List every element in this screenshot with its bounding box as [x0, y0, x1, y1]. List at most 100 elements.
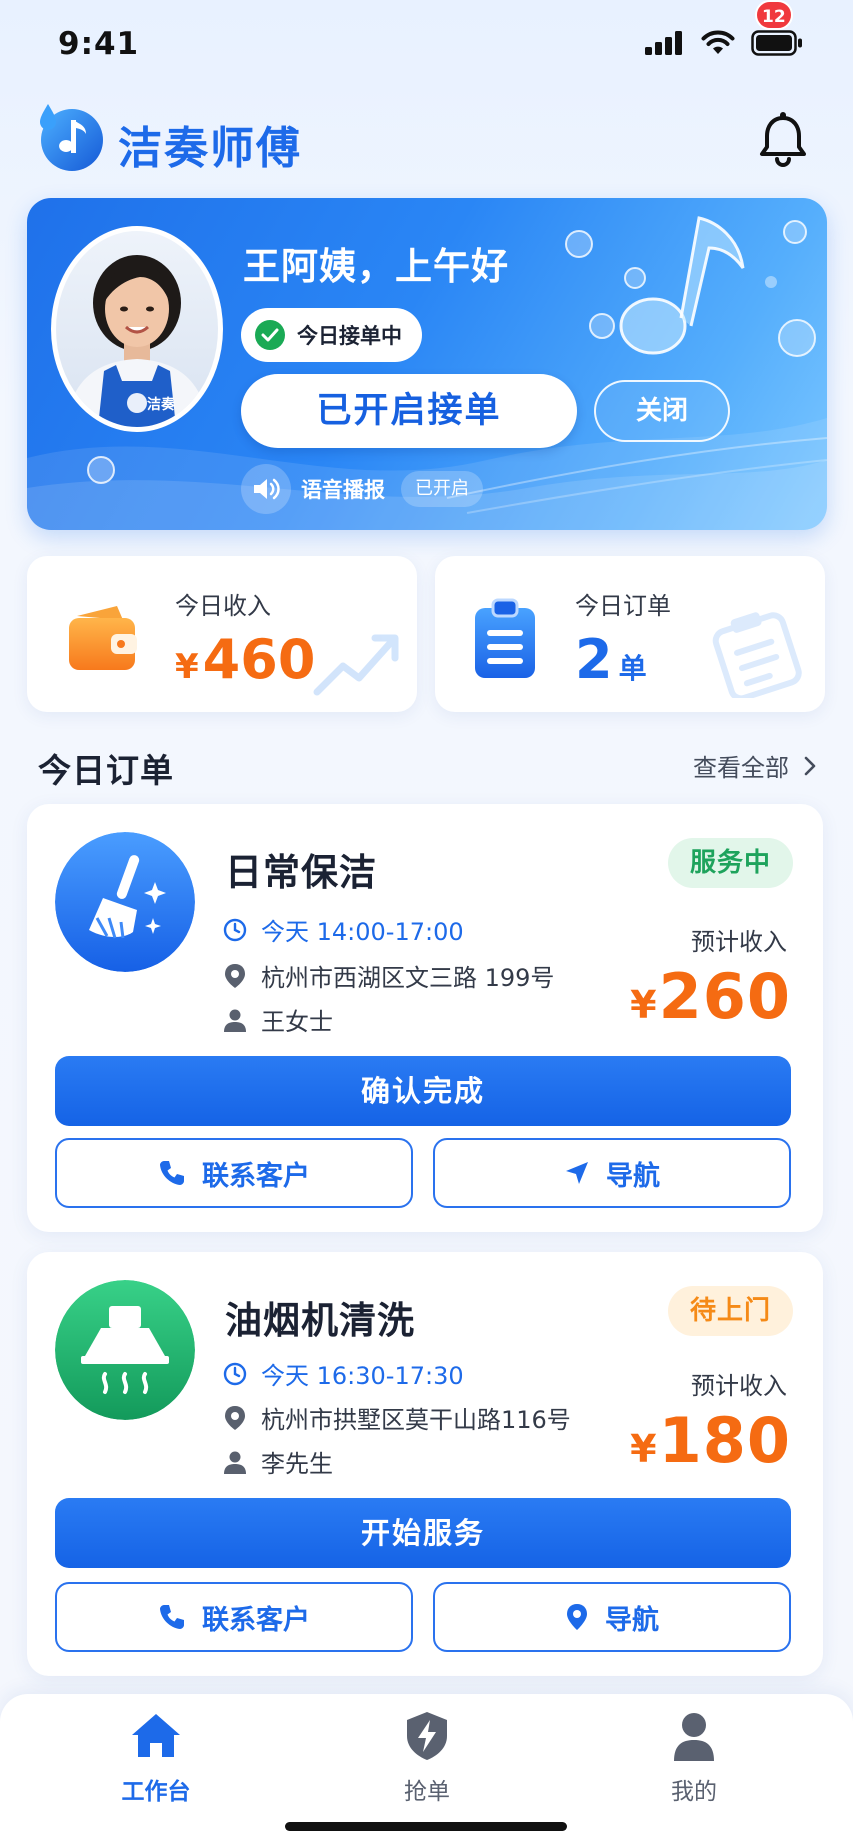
- avatar: 洁奏: [51, 226, 223, 432]
- confirm-complete-button[interactable]: 确认完成: [55, 1056, 791, 1126]
- voice-broadcast-row[interactable]: 语音播报 已开启: [241, 464, 483, 514]
- expected-income-currency: ¥: [630, 983, 657, 1027]
- navigate-button[interactable]: 导航: [433, 1138, 791, 1208]
- order-status-badge: 待上门: [667, 1286, 793, 1336]
- expected-income-label: 预计收入: [691, 1372, 787, 1400]
- order-title: 日常保洁: [225, 851, 377, 894]
- clipboard-decoration-icon: [712, 612, 802, 698]
- order-time: 今天 16:30-17:30: [261, 1362, 464, 1390]
- today-income-amount: 460: [202, 628, 316, 691]
- expected-income: ¥ 260: [630, 960, 791, 1033]
- person-icon: [224, 1009, 246, 1032]
- avatar-photo: 洁奏: [56, 231, 218, 427]
- notification-badge: 12: [755, 0, 793, 30]
- order-customer-row: 王女士: [223, 1002, 333, 1037]
- today-income-currency: ¥: [175, 647, 199, 687]
- order-status-badge: 服务中: [667, 838, 793, 888]
- order-customer: 李先生: [261, 1450, 333, 1478]
- broom-icon: [55, 832, 195, 972]
- notification-bell-icon[interactable]: [750, 106, 816, 172]
- apron-brand-text: 洁奏: [147, 396, 176, 413]
- range-hood-icon: [55, 1280, 195, 1420]
- home-indicator: [285, 1822, 567, 1831]
- view-all-link[interactable]: 查看全部: [693, 748, 817, 783]
- order-time-row: 今天 16:30-17:30: [223, 1356, 464, 1391]
- clock-icon: [223, 1362, 247, 1385]
- nav-label: 工作台: [121, 1779, 191, 1805]
- expected-income: ¥ 180: [630, 1404, 791, 1477]
- person-icon: [224, 1451, 246, 1474]
- phone-icon: [160, 1161, 184, 1185]
- start-service-button[interactable]: 开始服务: [55, 1498, 791, 1568]
- location-pin-icon: [225, 1405, 245, 1430]
- today-orders-section-title: 今日订单: [38, 751, 174, 790]
- order-address: 杭州市拱墅区莫干山路116号: [261, 1406, 571, 1434]
- navigation-arrow-icon: [566, 1162, 588, 1184]
- clipboard-icon: [475, 598, 535, 678]
- order-time-row: 今天 14:00-17:00: [223, 912, 464, 947]
- expected-income-currency: ¥: [630, 1427, 657, 1471]
- wallet-icon: [69, 606, 137, 670]
- check-circle-icon: [255, 320, 285, 350]
- today-orders-count: 2: [575, 628, 613, 691]
- today-income-value: ¥ 460: [175, 628, 315, 691]
- navigate-label: 导航: [606, 1160, 660, 1192]
- order-time: 今天 14:00-17:00: [261, 918, 464, 946]
- person-icon: [674, 1713, 714, 1761]
- nav-tab-grab-order[interactable]: 抢单: [347, 1706, 507, 1806]
- speaker-icon: [241, 464, 291, 514]
- order-card[interactable]: 油烟机清洗 待上门 今天 16:30-17:30 杭州市拱墅区莫干山路116号 …: [27, 1252, 823, 1676]
- order-card[interactable]: 日常保洁 服务中 今天 14:00-17:00 杭州市西湖区文三路 199号 王…: [27, 804, 823, 1232]
- order-address-row: 杭州市拱墅区莫干山路116号: [223, 1400, 571, 1435]
- contact-customer-button[interactable]: 联系客户: [55, 1582, 413, 1652]
- expected-income-amount: 180: [658, 1404, 791, 1477]
- navigate-button[interactable]: 导航: [433, 1582, 791, 1652]
- accepting-orders-button[interactable]: 已开启接单: [241, 374, 577, 448]
- location-pin-icon: [225, 963, 245, 988]
- hero-card: 洁奏 王阿姨，上午好 今日接单中 已开启接单 关闭 语音播报 已开启: [27, 198, 827, 530]
- phone-icon: [160, 1605, 184, 1629]
- lightning-icon: [407, 1712, 447, 1760]
- navigate-label: 导航: [605, 1604, 659, 1636]
- clock-icon: [223, 918, 247, 941]
- accepting-status-chip: 今日接单中: [241, 308, 422, 362]
- status-bar: 9:41: [0, 0, 853, 92]
- nav-label: 我的: [671, 1779, 717, 1805]
- order-customer: 王女士: [261, 1008, 333, 1036]
- status-icons: [645, 30, 803, 56]
- today-income-label: 今日收入: [175, 592, 271, 620]
- wifi-icon: [701, 30, 735, 54]
- cellular-signal-icon: [645, 31, 682, 55]
- expected-income-amount: 260: [658, 960, 791, 1033]
- today-orders-value: 2 单: [575, 628, 647, 691]
- accepting-status-label: 今日接单中: [297, 324, 402, 348]
- order-address: 杭州市西湖区文三路 199号: [261, 964, 555, 992]
- trend-up-icon: [313, 634, 399, 696]
- voice-broadcast-state: 已开启: [401, 471, 483, 507]
- today-orders-card[interactable]: 今日订单 2 单: [435, 556, 825, 712]
- view-all-label: 查看全部: [693, 754, 789, 782]
- status-time: 9:41: [58, 26, 140, 62]
- chevron-right-icon: [804, 756, 816, 775]
- app-logo-icon: [40, 104, 103, 171]
- nav-label: 抢单: [404, 1779, 450, 1805]
- expected-income-label: 预计收入: [691, 928, 787, 956]
- contact-customer-label: 联系客户: [202, 1160, 310, 1192]
- voice-broadcast-label: 语音播报: [301, 478, 385, 502]
- app-header: 洁奏师傅: [36, 100, 816, 180]
- today-orders-label: 今日订单: [575, 592, 671, 620]
- nav-tab-profile[interactable]: 我的: [614, 1706, 774, 1806]
- today-income-card[interactable]: 今日收入 ¥ 460: [27, 556, 417, 712]
- location-pin-icon: [567, 1604, 587, 1630]
- contact-customer-button[interactable]: 联系客户: [55, 1138, 413, 1208]
- greeting: 王阿姨，上午好: [243, 245, 509, 288]
- order-title: 油烟机清洗: [225, 1299, 415, 1342]
- nav-tab-workbench[interactable]: 工作台: [76, 1706, 236, 1806]
- close-accepting-button[interactable]: 关闭: [594, 380, 730, 442]
- battery-icon: [751, 30, 802, 56]
- app-title: 洁奏师傅: [118, 123, 302, 174]
- home-icon: [132, 1714, 180, 1757]
- contact-customer-label: 联系客户: [202, 1604, 310, 1636]
- today-orders-unit: 单: [618, 652, 647, 685]
- order-customer-row: 李先生: [223, 1444, 333, 1479]
